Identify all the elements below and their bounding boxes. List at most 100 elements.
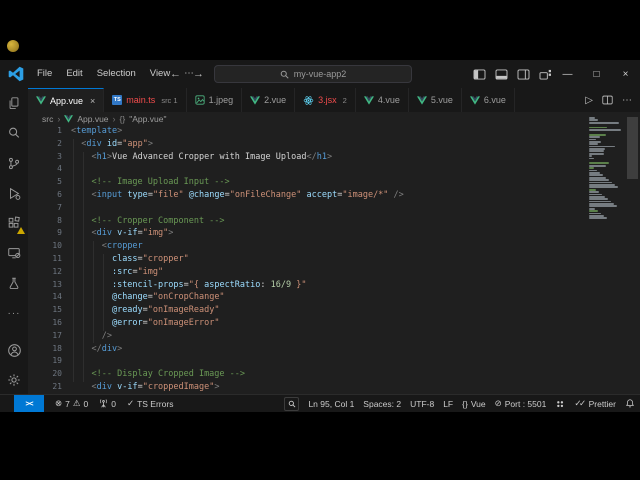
line-number[interactable]: 3 (28, 152, 71, 165)
line-number[interactable]: 6 (28, 190, 71, 203)
split-editor-icon[interactable] (602, 95, 613, 105)
code-line[interactable]: 14 @change="onCropChange" (28, 292, 640, 305)
indentation[interactable]: Spaces: 2 (363, 399, 401, 409)
notification-bell-icon[interactable] (625, 398, 635, 409)
maximize-button[interactable]: □ (582, 60, 611, 88)
code-line[interactable]: 4 (28, 164, 640, 177)
code-line[interactable]: 12 :src="img" (28, 267, 640, 280)
line-number[interactable]: 18 (28, 344, 71, 357)
menu-selection[interactable]: Selection (90, 60, 143, 88)
prettier-indicator[interactable]: ✓✓ Prettier (574, 398, 616, 409)
code-line[interactable]: 6 <input type="file" @change="onFileChan… (28, 190, 640, 203)
source-control-icon[interactable] (0, 148, 28, 178)
code-editor[interactable]: 1<template>2 <div id="app">3 <h1>Vue Adv… (28, 126, 640, 395)
editor-scrollbar[interactable] (627, 117, 638, 179)
line-number[interactable]: 5 (28, 177, 71, 190)
problems-indicator[interactable]: ⊗ 7 ⚠ 0 (55, 398, 88, 409)
line-number[interactable]: 7 (28, 203, 71, 216)
minimize-button[interactable]: — (553, 60, 582, 88)
line-number[interactable]: 19 (28, 356, 71, 369)
code-line[interactable]: 17 /> (28, 331, 640, 344)
minimap-line (589, 210, 598, 212)
code-line[interactable]: 18 </div> (28, 344, 640, 357)
nav-forward-icon[interactable]: → (193, 68, 204, 80)
tab-1-jpeg[interactable]: 1.jpeg (187, 88, 243, 112)
tab-3-jsx[interactable]: 3.jsx 2 (295, 88, 356, 112)
line-number[interactable]: 2 (28, 139, 71, 152)
settings-gear-icon[interactable] (0, 365, 28, 395)
menu-file[interactable]: File (30, 60, 59, 88)
code-line[interactable]: 9 <div v-if="img"> (28, 228, 640, 241)
ports-indicator[interactable]: 0 (99, 399, 116, 409)
code-line[interactable]: 15 @ready="onImageReady" (28, 305, 640, 318)
code-line[interactable]: 2 <div id="app"> (28, 139, 640, 152)
tab-4-vue[interactable]: 4.vue (356, 88, 409, 112)
extension-dots-icon[interactable] (555, 399, 565, 409)
line-number[interactable]: 16 (28, 318, 71, 331)
close-button[interactable]: × (611, 60, 640, 88)
close-tab-icon[interactable]: × (90, 96, 95, 106)
cursor-position[interactable]: Ln 95, Col 1 (308, 399, 354, 409)
line-number[interactable]: 10 (28, 241, 71, 254)
code-line[interactable]: 20 <!-- Display Cropped Image --> (28, 369, 640, 382)
tab-2-vue[interactable]: 2.vue (242, 88, 295, 112)
line-number[interactable]: 20 (28, 369, 71, 382)
line-number[interactable]: 13 (28, 280, 71, 293)
toggle-sidebar-icon[interactable] (473, 69, 486, 80)
code-line[interactable]: 1<template> (28, 126, 640, 139)
more-views-icon[interactable]: ··· (0, 298, 28, 328)
run-button[interactable]: ▷ (585, 95, 593, 106)
code-line[interactable]: 19 (28, 356, 640, 369)
customize-layout-icon[interactable] (539, 69, 552, 80)
command-center-search[interactable]: my-vue-app2 (214, 65, 412, 83)
tab-6-vue[interactable]: 6.vue (462, 88, 515, 112)
line-number[interactable]: 21 (28, 382, 71, 395)
language-mode[interactable]: {} Vue (462, 399, 486, 409)
line-number[interactable]: 9 (28, 228, 71, 241)
accounts-icon[interactable] (0, 335, 28, 365)
line-number[interactable]: 14 (28, 292, 71, 305)
code-line[interactable]: 16 @error="onImageError" (28, 318, 640, 331)
breadcrumb-folder[interactable]: src (42, 114, 53, 124)
eol-sequence[interactable]: LF (443, 399, 453, 409)
code-line[interactable]: 21 <div v-if="croppedImage"> (28, 382, 640, 395)
run-debug-icon[interactable] (0, 178, 28, 208)
line-number[interactable]: 11 (28, 254, 71, 267)
code-line[interactable]: 13 :stencil-props="{ aspectRatio: 16/9 }… (28, 280, 640, 293)
remote-indicator[interactable]: >< (14, 395, 44, 412)
port-indicator[interactable]: ⊘ Port : 5501 (495, 398, 547, 409)
breadcrumb-file[interactable]: App.vue (77, 114, 108, 124)
more-actions-icon[interactable]: ⋯ (622, 95, 632, 106)
code-line[interactable]: 8 <!-- Cropper Component --> (28, 216, 640, 229)
search-icon (280, 70, 289, 79)
toggle-panel-icon[interactable] (495, 69, 508, 80)
extensions-icon[interactable] (0, 208, 28, 238)
line-number[interactable]: 1 (28, 126, 71, 139)
code-line[interactable]: 3 <h1>Vue Advanced Cropper with Image Up… (28, 152, 640, 165)
explorer-icon[interactable] (0, 88, 28, 118)
ts-errors-indicator[interactable]: ✓ TS Errors (127, 398, 174, 409)
line-number[interactable]: 8 (28, 216, 71, 229)
toggle-secondary-sidebar-icon[interactable] (517, 69, 530, 80)
minimap[interactable] (589, 117, 623, 220)
code-line[interactable]: 5 <!-- Image Upload Input --> (28, 177, 640, 190)
line-number[interactable]: 4 (28, 164, 71, 177)
nav-back-icon[interactable]: ← (170, 68, 181, 80)
line-number[interactable]: 17 (28, 331, 71, 344)
search-icon[interactable] (0, 118, 28, 148)
zoom-indicator[interactable] (284, 397, 299, 411)
tab-label: 2.vue (264, 95, 286, 105)
tab-5-vue[interactable]: 5.vue (409, 88, 462, 112)
line-number[interactable]: 15 (28, 305, 71, 318)
line-number[interactable]: 12 (28, 267, 71, 280)
testing-icon[interactable] (0, 268, 28, 298)
tab-app-vue[interactable]: App.vue × (28, 88, 104, 112)
code-line[interactable]: 10 <cropper (28, 241, 640, 254)
tab-main-ts[interactable]: TS main.ts src 1 (104, 88, 186, 112)
menu-edit[interactable]: Edit (59, 60, 89, 88)
remote-explorer-icon[interactable] (0, 238, 28, 268)
code-line[interactable]: 11 class="cropper" (28, 254, 640, 267)
encoding[interactable]: UTF-8 (410, 399, 434, 409)
breadcrumb-symbol[interactable]: "App.vue" (129, 114, 166, 124)
code-line[interactable]: 7 (28, 203, 640, 216)
